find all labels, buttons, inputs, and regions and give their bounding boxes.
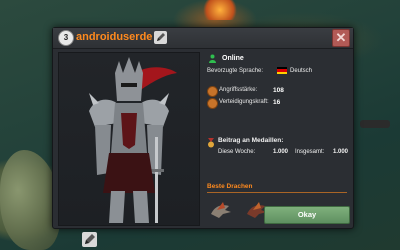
this-week-value: 1.000 xyxy=(273,149,289,155)
defense-label: Verteidigungskraft: xyxy=(219,99,269,105)
preferred-language-value: Deutsch xyxy=(290,68,313,74)
online-status-label: Online xyxy=(222,55,244,62)
dialog-titlebar: 3 androiduserde ✕ xyxy=(53,28,353,49)
knight-portrait xyxy=(58,52,200,247)
player-username: androiduserde xyxy=(76,31,153,43)
total-value: 1.000 xyxy=(333,149,349,155)
armored-knight-image xyxy=(89,57,177,223)
best-dragons-divider xyxy=(207,192,347,193)
best-dragons-title: Beste Drachen xyxy=(207,183,253,190)
medal-icon xyxy=(208,138,214,148)
defense-value: 16 xyxy=(273,99,281,106)
german-flag-icon xyxy=(277,67,287,74)
attack-value: 108 xyxy=(273,87,284,94)
pencil-icon xyxy=(85,234,95,244)
okay-button[interactable]: Okay xyxy=(264,206,350,224)
preferred-language-label: Bevorzugte Sprache: xyxy=(207,68,264,74)
attack-icon xyxy=(207,86,218,97)
total-label: Insgesamt: xyxy=(295,149,325,155)
online-status-icon xyxy=(209,54,216,63)
edit-name-button[interactable] xyxy=(154,31,167,44)
dragon-icon[interactable] xyxy=(209,200,233,220)
ship-silhouette xyxy=(360,120,390,128)
attack-label: Angriffsstärke: xyxy=(219,87,258,93)
close-button[interactable]: ✕ xyxy=(332,29,350,47)
defense-icon xyxy=(207,98,218,109)
player-level-badge: 3 xyxy=(58,30,74,46)
medal-contribution-title: Beitrag an Medaillen: xyxy=(218,137,284,144)
fire-glow xyxy=(200,0,240,20)
pencil-icon xyxy=(157,33,165,41)
this-week-label: Diese Woche: xyxy=(218,149,256,155)
edit-portrait-button[interactable] xyxy=(82,232,97,247)
player-profile-dialog: 3 androiduserde ✕ Online Bevorzugte Spra… xyxy=(52,27,354,247)
